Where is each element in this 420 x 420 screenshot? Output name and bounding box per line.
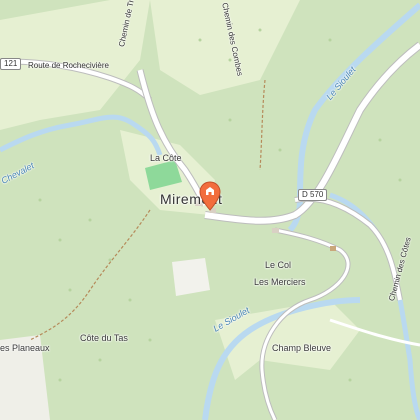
road-label-rochecivierre: Route de Rochecivière <box>28 61 109 70</box>
clearing <box>172 258 210 296</box>
building <box>330 246 336 251</box>
place-label-les-planeaux[interactable]: es Planeaux <box>0 344 50 353</box>
place-label-la-cote[interactable]: La Côte <box>150 154 182 163</box>
route-shield-d570: D 570 <box>298 189 328 201</box>
trail-southwest <box>29 209 151 341</box>
route-shield-121: 121 <box>0 58 22 70</box>
building <box>272 228 279 233</box>
place-label-champ-bleuve[interactable]: Champ Bleuve <box>272 344 331 353</box>
place-label-les-merciers[interactable]: Les Merciers <box>254 278 306 287</box>
map-view[interactable]: 121 D 570 Route de Rochecivière Chemin d… <box>0 0 420 420</box>
location-pin-icon[interactable] <box>199 181 221 211</box>
place-label-le-col[interactable]: Le Col <box>265 261 291 270</box>
trail-combes <box>259 79 266 171</box>
road-d570-east-fill <box>294 196 402 301</box>
place-label-cote-du-tas[interactable]: Côte du Tas <box>80 334 128 343</box>
